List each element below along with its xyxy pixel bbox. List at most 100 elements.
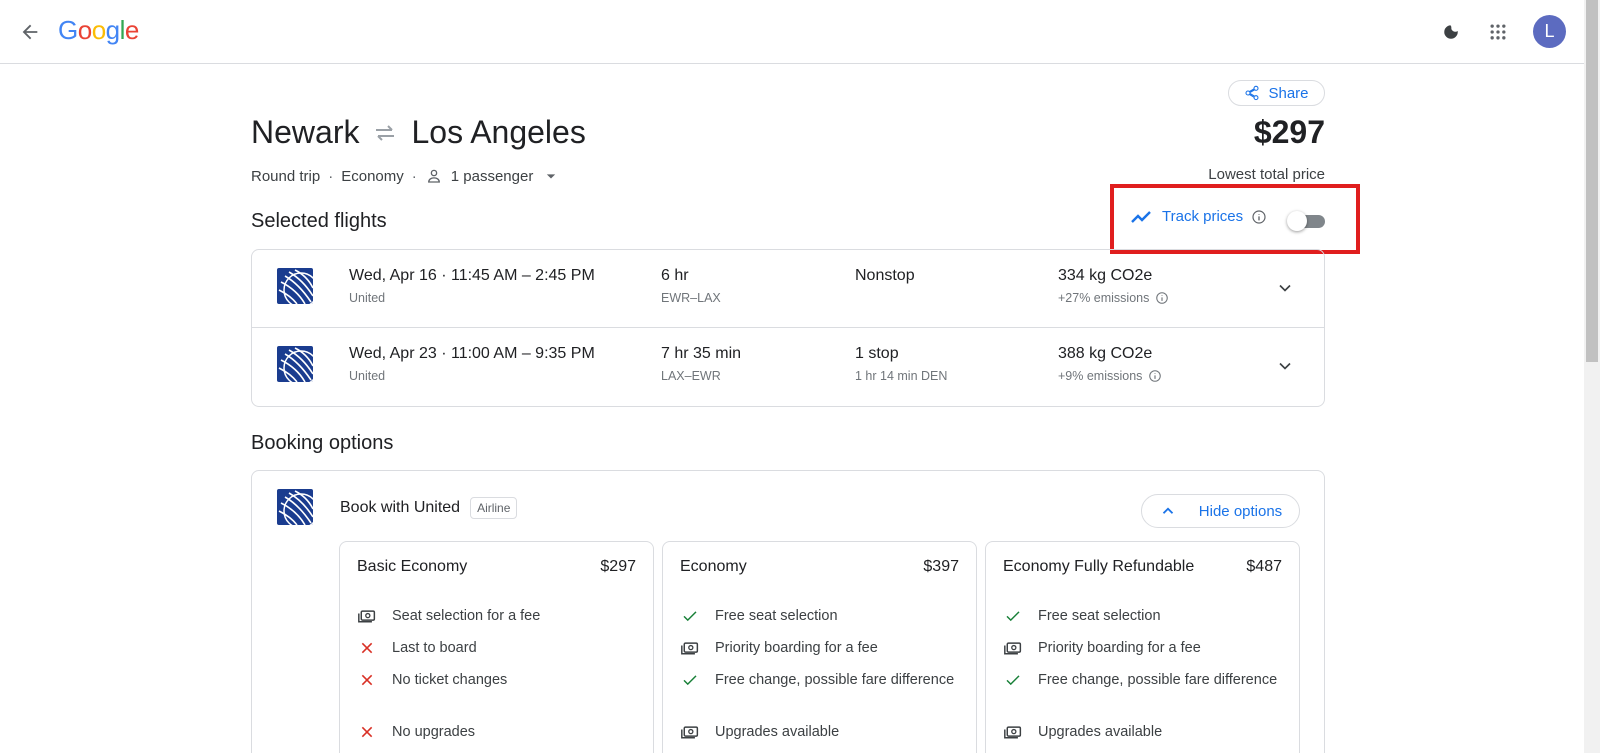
fare-header: Basic Economy $297 — [357, 558, 636, 576]
flight-datetime: Wed, Apr 23 · 11:00 AM – 9:35 PM — [349, 345, 595, 362]
cabin-class: Economy — [341, 167, 404, 185]
flight-emissions: 334 kg CO2e +27% emissions — [1058, 267, 1169, 305]
airline-name: United — [349, 369, 386, 383]
google-logo[interactable]: Google — [58, 15, 139, 46]
toggle-knob — [1287, 211, 1307, 231]
airport-codes: LAX–EWR — [661, 369, 721, 383]
fare-feature: Upgrades available — [680, 722, 965, 742]
emissions-delta: +27% emissions — [1058, 291, 1169, 305]
separator-dot: · — [411, 167, 417, 185]
flight-datetime: Wed, Apr 16 · 11:45 AM – 2:45 PM — [349, 267, 595, 284]
origin-city: Newark — [251, 114, 360, 150]
stops-value: Nonstop — [855, 267, 915, 284]
fee-icon — [680, 638, 700, 658]
fare-feature-text: Upgrades available — [715, 724, 840, 740]
fare-card-basic-economy[interactable]: Basic Economy $297 Seat selection for a fe… — [339, 541, 654, 753]
check-icon — [1003, 606, 1023, 626]
flight-emissions: 388 kg CO2e +9% emissions — [1058, 345, 1162, 383]
top-bar: Google L — [0, 0, 1584, 64]
route-title: Newark Los Angeles — [251, 114, 586, 151]
fare-feature-text: Seat selection for a fee — [392, 608, 541, 624]
fare-feature: Free change, possible fare difference — [1003, 670, 1288, 690]
fare-feature: Priority boarding for a fee — [680, 638, 965, 658]
fare-feature-text: Free seat selection — [715, 608, 838, 624]
track-prices-toggle[interactable] — [1287, 211, 1327, 231]
dropdown-caret-icon — [547, 174, 556, 179]
flight-row[interactable]: Wed, Apr 23 · 11:00 AM – 9:35 PM United … — [252, 328, 1324, 406]
fee-icon — [1003, 638, 1023, 658]
back-arrow-icon[interactable] — [14, 16, 46, 48]
airline-name: United — [349, 291, 386, 305]
fee-icon — [680, 722, 700, 742]
stop-detail: 1 hr 14 min DEN — [855, 369, 948, 383]
selected-flights-card: Wed, Apr 16 · 11:45 AM – 2:45 PM United … — [251, 249, 1325, 407]
flight-row[interactable]: Wed, Apr 16 · 11:45 AM – 2:45 PM United … — [252, 250, 1324, 328]
fare-feature-text: No upgrades — [392, 724, 476, 740]
fare-feature: Free seat selection — [1003, 606, 1288, 626]
selected-flights-heading: Selected flights — [251, 210, 387, 232]
flight-stops: 1 stop 1 hr 14 min DEN — [855, 345, 947, 383]
fare-feature-text: Priority boarding for a fee — [1038, 640, 1201, 656]
fare-feature: Seat selection for a fee — [357, 606, 642, 626]
dark-mode-moon-icon[interactable] — [1433, 14, 1469, 50]
track-prices[interactable]: Track prices — [1130, 208, 1267, 225]
fare-feature-text: Priority boarding for a fee — [715, 640, 878, 656]
fare-header: Economy $397 — [680, 558, 959, 576]
fare-feature: Upgrades available — [1003, 722, 1288, 742]
flight-times: Wed, Apr 16 · 11:45 AM – 2:45 PM United — [349, 267, 595, 305]
apps-grid-icon[interactable] — [1480, 14, 1516, 50]
share-button[interactable]: Share — [1228, 80, 1325, 106]
fare-card-economy[interactable]: Economy $397 Free seat selection Priority b… — [662, 541, 977, 753]
check-icon — [1003, 670, 1023, 690]
fare-card-economy-fully-refundable[interactable]: Economy Fully Refundable $487 Free seat se… — [985, 541, 1300, 753]
chevron-up-icon — [1162, 507, 1173, 514]
separator-dot: · — [328, 167, 334, 185]
fare-price: $297 — [600, 558, 636, 575]
check-icon — [680, 670, 700, 690]
booking-card: Book with United Airline Hide options Ba… — [251, 470, 1325, 753]
trend-icon — [1131, 210, 1151, 223]
book-with-airline: Book with United Airline — [340, 497, 518, 519]
info-icon[interactable] — [1251, 209, 1267, 225]
trip-summary: Round trip · Economy · 1 passenger — [251, 166, 561, 186]
x-icon — [357, 722, 377, 742]
fare-feature: Free seat selection — [680, 606, 965, 626]
info-icon[interactable] — [1148, 369, 1162, 383]
expand-chevron-icon[interactable] — [1271, 274, 1299, 302]
flight-duration: 7 hr 35 min LAX–EWR — [661, 345, 741, 383]
fare-feature-text: No ticket changes — [392, 672, 508, 688]
fare-name: Economy — [680, 558, 747, 575]
check-icon — [680, 606, 700, 626]
trip-type: Round trip — [251, 167, 321, 185]
airport-codes: EWR–LAX — [661, 291, 721, 305]
flight-times: Wed, Apr 23 · 11:00 AM – 9:35 PM United — [349, 345, 595, 383]
fare-feature: Priority boarding for a fee — [1003, 638, 1288, 658]
scrollbar[interactable] — [1584, 0, 1600, 753]
fare-feature-text: Free change, possible fare difference — [715, 672, 955, 688]
track-prices-label: Track prices — [1162, 208, 1244, 225]
lowest-price-label: Lowest total price — [1208, 166, 1325, 183]
united-logo-icon — [277, 268, 313, 304]
airline-badge: Airline — [470, 497, 518, 519]
person-icon — [427, 169, 440, 183]
flight-duration: 6 hr EWR–LAX — [661, 267, 721, 305]
avatar[interactable]: L — [1533, 15, 1566, 48]
fee-icon — [1003, 722, 1023, 742]
info-icon[interactable] — [1155, 291, 1169, 305]
fare-feature: Free change, possible fare difference — [680, 670, 965, 690]
fare-feature-text: Upgrades available — [1038, 724, 1163, 740]
passenger-selector[interactable]: 1 passenger — [425, 166, 562, 186]
expand-chevron-icon[interactable] — [1271, 352, 1299, 380]
hide-options-label: Hide options — [1198, 502, 1283, 520]
hide-options-button[interactable]: Hide options — [1141, 494, 1300, 528]
duration-value: 6 hr — [661, 267, 689, 284]
fare-feature: No upgrades — [357, 722, 642, 742]
fare-header: Economy Fully Refundable $487 — [1003, 558, 1282, 576]
fee-icon — [357, 606, 377, 626]
scrollbar-thumb[interactable] — [1586, 0, 1598, 362]
emissions-value: 388 kg CO2e — [1058, 345, 1153, 362]
destination-city: Los Angeles — [411, 114, 586, 150]
emissions-delta-text: +9% emissions — [1058, 369, 1143, 383]
book-with-label: Book with United — [340, 499, 461, 516]
lowest-price: $297 — [1253, 114, 1325, 150]
